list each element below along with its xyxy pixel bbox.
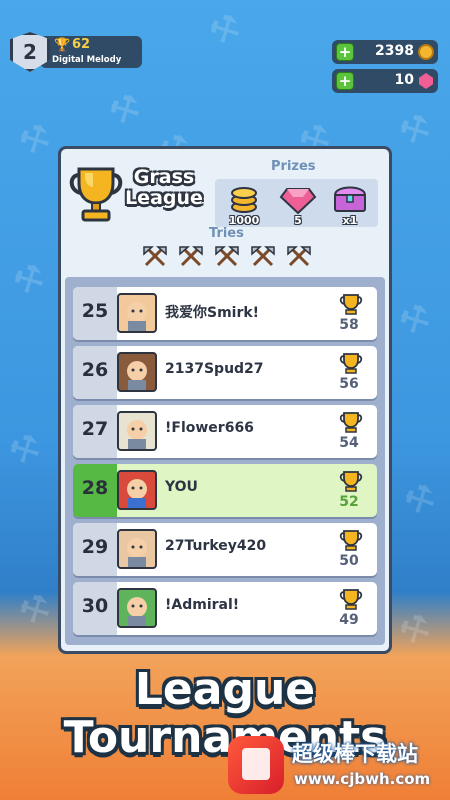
coin-stack-icon	[231, 187, 257, 213]
crossed-axes-icon	[251, 246, 275, 267]
watermark-url: www.cjbwh.com	[294, 770, 431, 788]
trophy-icon	[339, 294, 363, 315]
tries-label: Tries	[209, 226, 244, 241]
player-score: 50	[339, 553, 359, 569]
trophy-icon	[339, 353, 363, 374]
leaderboard-row[interactable]: 28 YOU 52	[73, 464, 377, 517]
tries-row	[141, 245, 313, 271]
player-avatar	[117, 529, 157, 569]
player-avatar	[117, 411, 157, 451]
leaderboard-row[interactable]: 30 !Admiral! 49	[73, 582, 377, 635]
level-shield-icon: 2	[10, 32, 50, 72]
player-level: 2	[23, 40, 37, 64]
rank-number: 30	[81, 595, 109, 617]
player-score: 56	[339, 376, 359, 392]
treasure-chest-icon	[333, 186, 367, 212]
player-avatar	[117, 352, 157, 392]
player-name: 我爱你Smirk!	[165, 305, 260, 321]
player-profile[interactable]: 2 🏆 62 Digital Melody	[10, 32, 142, 72]
prize-chest-value: x1	[342, 214, 358, 227]
player-name: 2137Spud27	[165, 361, 264, 377]
crossed-axes-icon	[143, 246, 167, 267]
prize-gems: 5	[275, 181, 321, 227]
gem-icon	[279, 188, 317, 215]
player-name: Digital Melody	[52, 55, 122, 65]
coins-counter: + 2398	[332, 40, 438, 64]
gem-icon	[419, 73, 433, 89]
player-trophies: 62	[72, 37, 91, 52]
prize-chest: x1	[327, 181, 373, 227]
leaderboard-row[interactable]: 29 27Turkey420 50	[73, 523, 377, 576]
trophy-icon	[339, 471, 363, 492]
leaderboard-row[interactable]: 25 我爱你Smirk! 58	[73, 287, 377, 340]
prizes-label: Prizes	[271, 159, 316, 174]
trophy-icon	[339, 530, 363, 551]
rank-number: 29	[81, 536, 109, 558]
rank-number: 28	[81, 477, 109, 499]
gems-counter: + 10	[332, 69, 438, 93]
player-name: 27Turkey420	[165, 538, 267, 554]
leaderboard-list[interactable]: 25 我爱你Smirk! 58 26 2137Spud27 56 27 !Flower666 5…	[65, 277, 385, 645]
watermark-logo-icon	[228, 736, 284, 794]
player-name: !Admiral!	[165, 597, 240, 613]
player-avatar	[117, 470, 157, 510]
gold-trophy-icon	[69, 167, 123, 222]
trophy-icon	[339, 589, 363, 610]
crossed-axes-icon	[287, 246, 311, 267]
player-name: !Flower666	[165, 420, 254, 436]
prizes-box: 1000 5 x1	[215, 179, 378, 227]
rank-number: 26	[81, 359, 109, 381]
player-score: 54	[339, 435, 359, 451]
coins-value: 2398	[375, 43, 414, 59]
coin-icon	[418, 44, 434, 60]
gems-value: 10	[394, 72, 414, 88]
rank-number: 25	[81, 300, 109, 322]
crossed-axes-icon	[179, 246, 203, 267]
player-score: 58	[339, 317, 359, 333]
league-title: Grass League	[125, 166, 203, 209]
player-avatar	[117, 293, 157, 333]
leaderboard-row[interactable]: 27 !Flower666 54	[73, 405, 377, 458]
leaderboard-row[interactable]: 26 2137Spud27 56	[73, 346, 377, 399]
headline-line1: League	[134, 664, 316, 715]
trophy-icon: 🏆	[54, 38, 71, 53]
watermark: 超级棒下载站 www.cjbwh.com	[222, 730, 450, 800]
prize-coins: 1000	[221, 181, 267, 227]
league-panel: Grass League Prizes 1000 5 x1 Tries 25 我…	[58, 146, 392, 654]
prize-gems-value: 5	[294, 214, 302, 227]
crossed-axes-icon	[215, 246, 239, 267]
add-coins-button[interactable]: +	[336, 43, 354, 61]
player-score: 49	[339, 612, 359, 628]
watermark-text: 超级棒下载站	[292, 742, 418, 766]
trophy-icon	[339, 412, 363, 433]
player-score: 52	[339, 494, 359, 510]
rank-number: 27	[81, 418, 109, 440]
player-name: YOU	[165, 479, 198, 495]
player-avatar	[117, 588, 157, 628]
add-gems-button[interactable]: +	[336, 72, 354, 90]
